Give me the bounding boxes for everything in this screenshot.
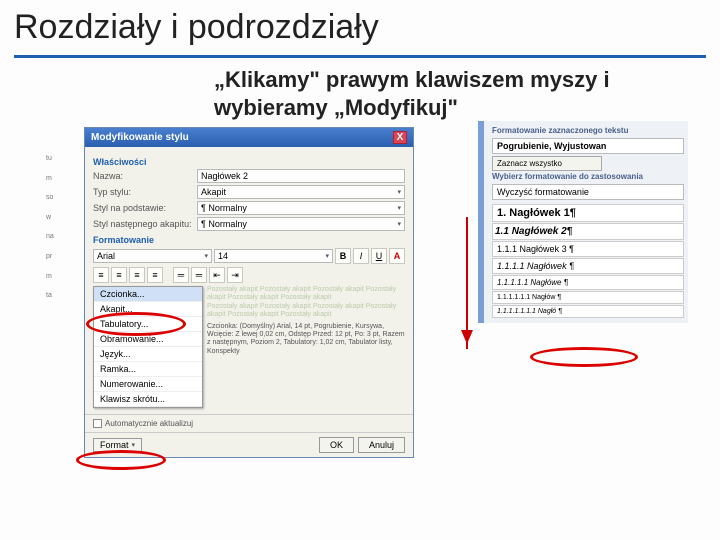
align-right-button[interactable]: ≡: [129, 267, 145, 283]
size-select[interactable]: 14▾: [214, 249, 333, 263]
style-heading4[interactable]: 1.1.1.1 Nagłówek ¶: [492, 258, 684, 274]
menu-item-paragraph[interactable]: Akapit...: [94, 302, 202, 317]
menu-item-shortcut[interactable]: Klawisz skrótu...: [94, 392, 202, 407]
type-select[interactable]: Akapit▾: [197, 185, 405, 199]
next-select[interactable]: ¶ Normalny▾: [197, 217, 405, 231]
section-properties: Właściwości: [93, 157, 405, 167]
dialog-title-text: Modyfikowanie stylu: [91, 132, 189, 143]
style-description: Czcionka: (Domyślny) Arial, 14 pt, Pogru…: [207, 323, 405, 357]
style-list: 1. Nagłówek 1¶ 1.1 Nagłówek 2¶ 1.1.1 Nag…: [492, 204, 684, 318]
spacing-button[interactable]: ═: [191, 267, 207, 283]
clear-formatting[interactable]: Wyczyść formatowanie: [492, 184, 684, 200]
close-icon[interactable]: X: [393, 131, 407, 144]
underline-button[interactable]: U: [371, 248, 387, 264]
menu-item-frame[interactable]: Ramka...: [94, 362, 202, 377]
style-heading6[interactable]: 1.1.1.1.1.1 Nagłów ¶: [492, 291, 684, 304]
label-name: Nazwa:: [93, 171, 193, 181]
align-center-button[interactable]: ≡: [111, 267, 127, 283]
style-heading7[interactable]: 1.1.1.1.1.1.1 Nagłó ¶: [492, 305, 684, 318]
font-select[interactable]: Arial▾: [93, 249, 212, 263]
chevron-down-icon: ▾: [397, 204, 401, 212]
format-button[interactable]: Format▾: [93, 438, 142, 452]
align-justify-button[interactable]: ≡: [147, 267, 163, 283]
chevron-down-icon: ▾: [397, 188, 401, 196]
menu-item-numbering[interactable]: Numerowanie...: [94, 377, 202, 392]
style-heading2[interactable]: 1.1 Nagłówek 2¶: [492, 223, 684, 240]
slide-title: Rozdziały i podrozdziały: [14, 8, 706, 58]
select-all-button[interactable]: Zaznacz wszystko: [492, 156, 602, 171]
label-based: Styl na podstawie:: [93, 203, 193, 213]
auto-update-checkbox[interactable]: Automatycznie aktualizuj: [93, 419, 193, 428]
menu-item-language[interactable]: Język...: [94, 347, 202, 362]
format-submenu: Czcionka... Akapit... Tabulatory... Obra…: [93, 286, 203, 408]
bold-button[interactable]: B: [335, 248, 351, 264]
style-heading5[interactable]: 1.1.1.1.1 Nagłówe ¶: [492, 275, 684, 290]
name-field[interactable]: Nagłówek 2: [197, 169, 405, 183]
modify-style-dialog: Modyfikowanie stylu X Właściwości Nazwa:…: [84, 127, 414, 458]
menu-item-font[interactable]: Czcionka...: [94, 287, 202, 302]
align-left-button[interactable]: ≡: [93, 267, 109, 283]
cancel-button[interactable]: Anuluj: [358, 437, 405, 453]
section-formatting: Formatowanie: [93, 235, 405, 245]
selected-format-box[interactable]: Pogrubienie, Wyjustowan: [492, 138, 684, 154]
style-heading1[interactable]: 1. Nagłówek 1¶: [492, 204, 684, 222]
ok-button[interactable]: OK: [319, 437, 354, 453]
preview-sample: Pozostały akapit Pozostały akapit Pozost…: [207, 286, 405, 303]
indent-dec-button[interactable]: ⇤: [209, 267, 225, 283]
line-spacing-button[interactable]: ═: [173, 267, 189, 283]
highlight-ellipse-heading2: [530, 347, 638, 367]
pane-heading-selected: Formatowanie zaznaczonego tekstu: [492, 127, 684, 136]
menu-item-tabs[interactable]: Tabulatory...: [94, 317, 202, 332]
based-select[interactable]: ¶ Normalny▾: [197, 201, 405, 215]
slide-subtitle: „Klikamy" prawym klawiszem myszy i wybie…: [214, 66, 706, 121]
label-type: Typ stylu:: [93, 187, 193, 197]
menu-item-border[interactable]: Obramowanie...: [94, 332, 202, 347]
italic-button[interactable]: I: [353, 248, 369, 264]
label-next: Styl następnego akapitu:: [93, 219, 193, 229]
style-heading3[interactable]: 1.1.1 Nagłówek 3 ¶: [492, 241, 684, 257]
chevron-down-icon: ▾: [397, 220, 401, 228]
dialog-titlebar: Modyfikowanie stylu X: [85, 128, 413, 147]
font-color-button[interactable]: A: [389, 248, 405, 264]
callout-arrow: [466, 217, 468, 349]
indent-inc-button[interactable]: ⇥: [227, 267, 243, 283]
pane-heading-apply: Wybierz formatowanie do zastosowania: [492, 173, 684, 182]
styles-pane: Formatowanie zaznaczonego tekstu Pogrubi…: [478, 121, 688, 323]
preview-sample2: Pozostały akapit Pozostały akapit Pozost…: [207, 303, 405, 320]
